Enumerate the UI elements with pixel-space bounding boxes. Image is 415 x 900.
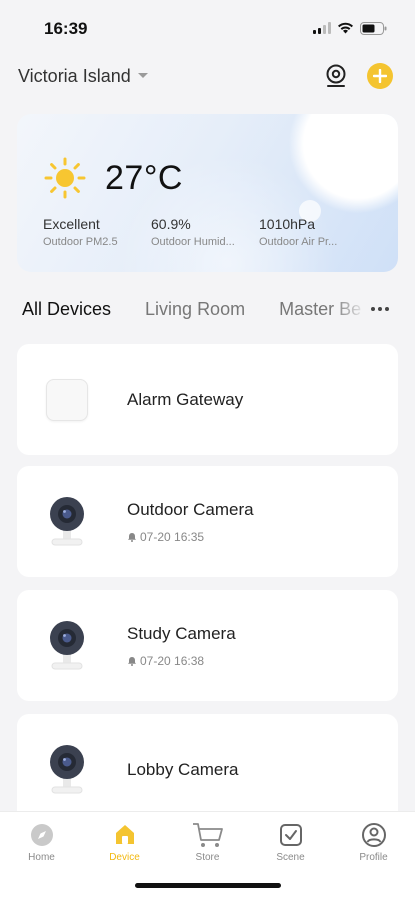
device-icon-wrap (43, 370, 91, 430)
tab-home[interactable]: Home (7, 820, 77, 863)
device-icon-wrap (43, 740, 91, 800)
device-text: Outdoor Camera 07-20 16:35 (127, 500, 254, 544)
tab-label: Device (109, 852, 140, 863)
tab-store[interactable]: Store (173, 820, 243, 863)
stat-label: Outdoor Air Pr... (259, 236, 338, 248)
tab-device[interactable]: Device (90, 820, 160, 863)
plus-icon (373, 69, 387, 83)
status-icons (313, 21, 387, 35)
device-icon-wrap (43, 616, 91, 676)
stat-humidity: 60.9% Outdoor Humid... (151, 216, 259, 248)
webcam-icon[interactable] (325, 64, 347, 88)
device-card[interactable]: Lobby Camera (17, 714, 398, 825)
status-time: 16:39 (44, 19, 88, 38)
home-indicator (135, 883, 281, 888)
house-icon (115, 825, 134, 844)
device-name: Lobby Camera (127, 759, 239, 779)
camera-icon (50, 620, 84, 669)
caret-down-icon (137, 73, 148, 78)
device-text: Lobby Camera (127, 760, 239, 780)
tab-bar-items: Home Device Store Scene Profile (0, 812, 415, 863)
more-icon[interactable] (371, 307, 390, 311)
tab-icon-wrap (29, 820, 55, 850)
tab-icon-wrap (279, 820, 303, 850)
stat-air-pressure: 1010hPa Outdoor Air Pr... (259, 216, 367, 248)
bell-icon (128, 532, 136, 542)
sun-icon (44, 157, 86, 199)
header-actions (325, 63, 393, 89)
device-last-event: 07-20 16:38 (127, 654, 236, 668)
home-selector[interactable]: Victoria Island (18, 66, 149, 87)
tab-label: Store (195, 852, 220, 863)
weather-main: 27°C (43, 156, 183, 200)
tab-icon-wrap (361, 820, 387, 850)
person-icon (361, 823, 386, 847)
bell-icon (128, 656, 136, 666)
stat-pm25: Excellent Outdoor PM2.5 (43, 216, 151, 248)
wifi-icon (338, 22, 353, 34)
event-time: 07-20 16:35 (140, 529, 205, 544)
checkbox-icon (279, 824, 302, 846)
device-card[interactable]: Alarm Gateway (17, 344, 398, 455)
tab-master-bedroom[interactable]: Master Be (279, 299, 367, 320)
status-bar: 16:39 (0, 0, 415, 56)
weather-stats: Excellent Outdoor PM2.5 60.9% Outdoor Hu… (43, 216, 367, 248)
stat-label: Outdoor PM2.5 (43, 236, 118, 248)
cellular-signal-icon (313, 22, 331, 34)
weather-background-sparkle (327, 184, 333, 190)
tab-label: Scene (276, 852, 305, 863)
stat-label: Outdoor Humid... (151, 236, 235, 248)
tab-all-devices[interactable]: All Devices (22, 299, 111, 320)
device-name: Study Camera (127, 623, 236, 643)
tab-icon-wrap (191, 820, 225, 850)
temperature: 27°C (105, 158, 183, 197)
room-tabs: All Devices Living Room Master Be (22, 294, 402, 324)
device-text: Alarm Gateway (127, 390, 243, 410)
camera-icon (50, 496, 84, 545)
tab-label: Home (28, 852, 55, 863)
stat-value: Excellent (43, 216, 100, 232)
tab-icon-wrap (112, 820, 138, 850)
weather-card[interactable]: 27°C Excellent Outdoor PM2.5 60.9% Outdo… (17, 114, 398, 272)
event-time: 07-20 16:38 (140, 653, 205, 668)
tab-label: Profile (359, 852, 388, 863)
cart-icon (192, 823, 223, 847)
home-name: Victoria Island (18, 65, 131, 86)
stat-value: 1010hPa (259, 216, 316, 232)
tab-living-room[interactable]: Living Room (145, 299, 245, 320)
tab-scene[interactable]: Scene (256, 820, 326, 863)
device-card[interactable]: Outdoor Camera 07-20 16:35 (17, 466, 398, 577)
compass-icon (30, 824, 53, 846)
device-text: Study Camera 07-20 16:38 (127, 624, 236, 668)
battery-icon (360, 21, 387, 35)
device-name: Alarm Gateway (127, 389, 244, 409)
add-device-button[interactable] (367, 63, 393, 89)
device-last-event: 07-20 16:35 (127, 530, 254, 544)
stat-value: 60.9% (151, 216, 191, 232)
gateway-icon (46, 378, 88, 421)
device-name: Outdoor Camera (127, 499, 254, 519)
header: Victoria Island (0, 58, 415, 94)
device-icon-wrap (43, 492, 91, 552)
tab-profile[interactable]: Profile (339, 820, 409, 863)
device-card[interactable]: Study Camera 07-20 16:38 (17, 590, 398, 701)
camera-icon (50, 744, 84, 793)
